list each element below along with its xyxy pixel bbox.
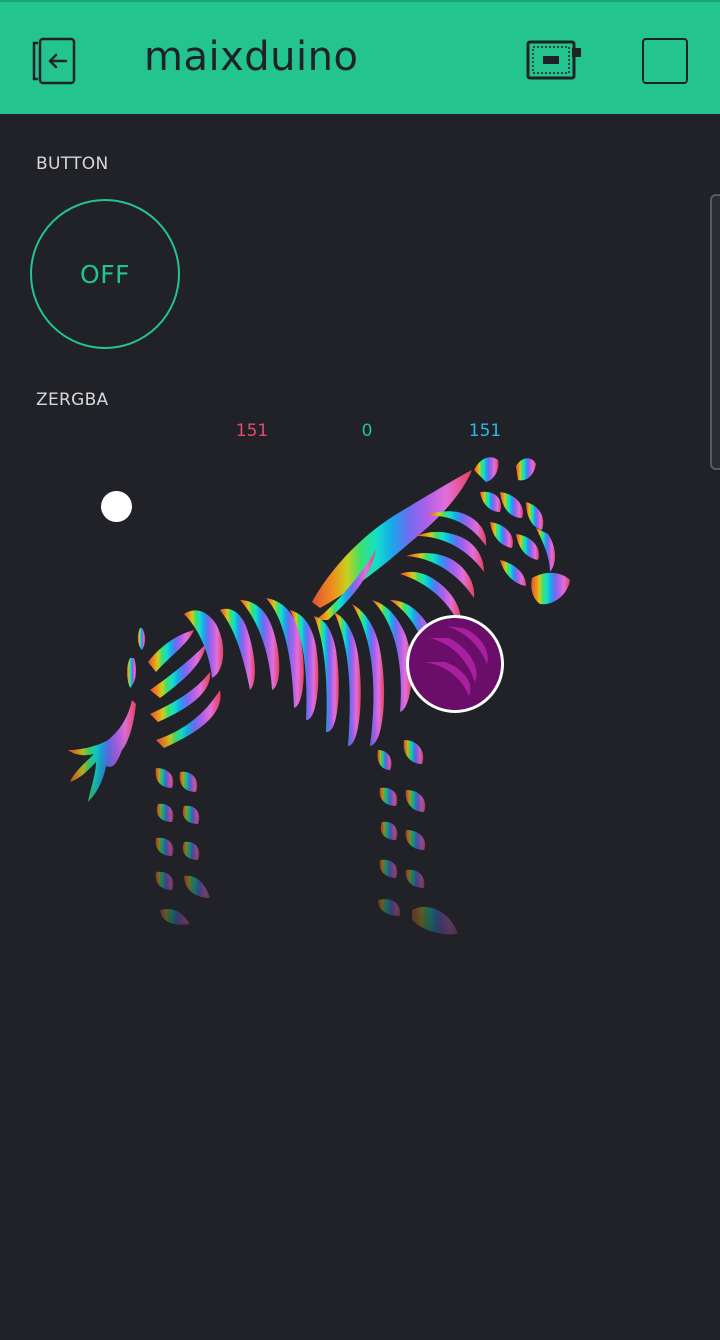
zebra-color-picker[interactable] (60, 450, 580, 940)
board-icon[interactable] (526, 38, 584, 84)
brightness-handle[interactable] (101, 491, 132, 522)
scrollbar[interactable] (710, 194, 720, 470)
stop-icon[interactable] (642, 38, 688, 84)
top-bar: maixduino (0, 0, 720, 114)
toggle-button[interactable]: OFF (30, 199, 180, 349)
exit-icon[interactable] (30, 37, 82, 85)
color-picker-handle[interactable] (406, 615, 504, 713)
button-state-text: OFF (80, 259, 130, 289)
app-title: maixduino (144, 34, 359, 80)
picker-swatch (409, 618, 501, 710)
blue-value: 151 (468, 421, 502, 441)
zergba-widget-label: ZERGBA (36, 390, 109, 410)
green-value: 0 (361, 421, 373, 441)
button-widget-label: BUTTON (36, 154, 109, 174)
red-value: 151 (235, 421, 269, 441)
